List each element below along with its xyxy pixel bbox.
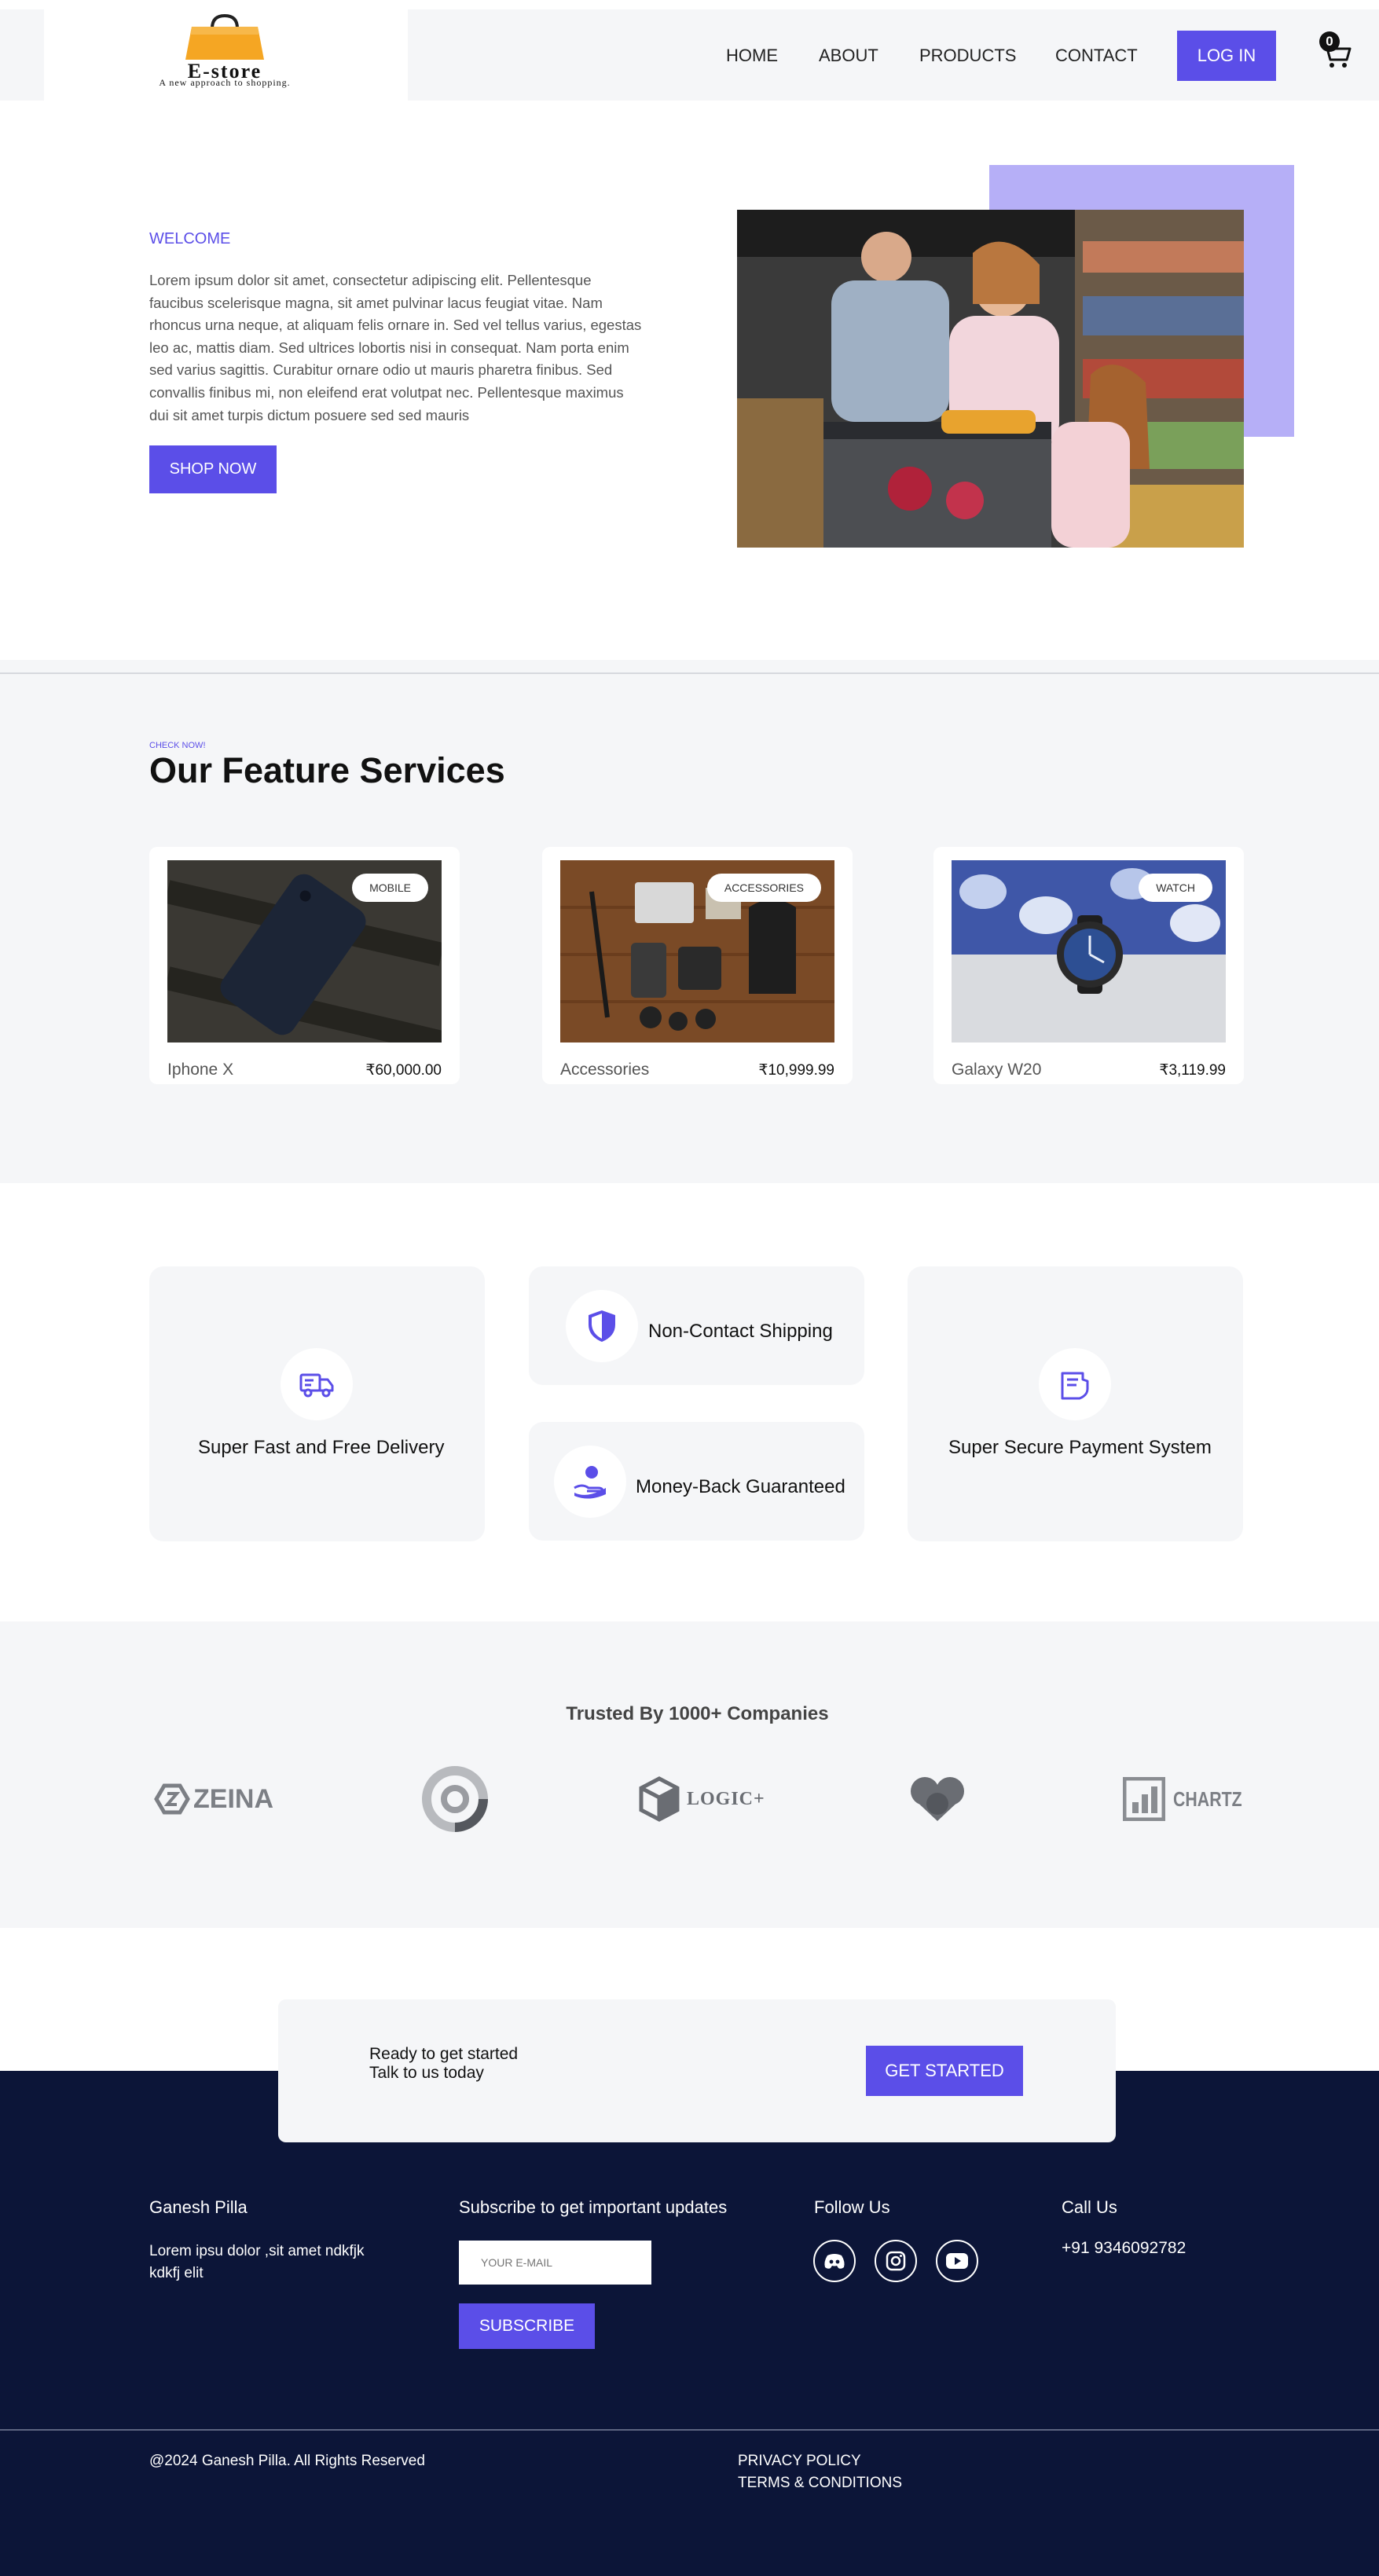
shopping-bag-icon	[185, 14, 264, 60]
get-started-button[interactable]: GET STARTED	[866, 2046, 1023, 2096]
email-field[interactable]	[459, 2241, 651, 2285]
nav-home[interactable]: HOME	[726, 46, 778, 66]
call-heading: Call Us	[1062, 2197, 1117, 2217]
section-divider	[0, 672, 1379, 674]
footer-divider	[0, 2429, 1379, 2431]
brand-chartz-label: CHARTZ	[1173, 1786, 1242, 1811]
cube-logo-icon	[639, 1776, 680, 1822]
shield-icon	[566, 1290, 638, 1362]
subscribe-heading: Subscribe to get important updates	[459, 2197, 728, 2217]
feature-shipping-label: Non-Contact Shipping	[648, 1321, 833, 1342]
nav-contact[interactable]: CONTACT	[1055, 46, 1138, 66]
brand-logic: LOGIC+	[638, 1764, 765, 1834]
product-card[interactable]: WATCH Galaxy W20 ₹3,119.99	[933, 847, 1244, 1084]
cta-line-1: Ready to get started	[369, 2045, 519, 2063]
site-footer	[0, 2071, 1379, 2576]
footer-about: Lorem ipsu dolor ,sit amet ndkfjk kdkfj …	[149, 2243, 365, 2281]
copyright-text: @2024 Ganesh Pilla. All Rights Reserved	[149, 2453, 425, 2469]
brand-circle	[421, 1764, 489, 1834]
phone-number[interactable]: +91 9346092782	[1062, 2239, 1186, 2258]
logo-tagline: A new approach to shopping.	[159, 77, 291, 88]
circle-logo-icon	[422, 1766, 488, 1832]
zeina-logo-icon	[154, 1783, 190, 1815]
follow-heading: Follow Us	[814, 2197, 890, 2217]
hand-money-icon	[554, 1446, 626, 1518]
product-card[interactable]: MOBILE Iphone X ₹60,000.00	[149, 847, 460, 1084]
brand-heart	[908, 1764, 967, 1834]
brand-logic-label: LOGIC+	[687, 1788, 765, 1809]
category-badge: WATCH	[1139, 874, 1212, 902]
chart-logo-icon	[1123, 1777, 1165, 1821]
hero-image	[737, 210, 1244, 548]
subscribe-button[interactable]: SUBSCRIBE	[459, 2303, 595, 2349]
youtube-icon[interactable]	[936, 2240, 978, 2282]
feature-money-back-label: Money-Back Guaranteed	[636, 1476, 845, 1497]
heart-logo-icon	[911, 1777, 964, 1821]
cart-count-badge: 0	[1319, 31, 1340, 52]
hero-text: Lorem ipsum dolor sit amet, consectetur …	[149, 272, 642, 423]
feature-delivery-label: Super Fast and Free Delivery	[198, 1437, 445, 1458]
brand-chartz: CHARTZ	[1123, 1764, 1257, 1834]
services-title: Our Feature Services	[149, 750, 505, 790]
category-badge: ACCESSORIES	[706, 874, 821, 902]
feature-payment-label: Super Secure Payment System	[948, 1437, 1212, 1458]
hero-eyebrow: WELCOME	[149, 230, 231, 247]
shop-now-button[interactable]: SHOP NOW	[149, 445, 277, 493]
brand-zeina: ZEINA	[154, 1764, 273, 1834]
logo[interactable]: E-store A new approach to shopping.	[44, 0, 408, 101]
product-price: ₹3,119.99	[1159, 1062, 1226, 1079]
brand-zeina-label: ZEINA	[193, 1783, 273, 1814]
category-badge: MOBILE	[352, 874, 428, 902]
product-name: Iphone X	[167, 1061, 234, 1079]
discord-icon[interactable]	[813, 2240, 856, 2282]
product-price: ₹60,000.00	[365, 1062, 442, 1079]
product-price: ₹10,999.99	[758, 1062, 834, 1079]
footer-name: Ganesh Pilla	[149, 2197, 248, 2217]
cta-line-2: Talk to us today	[369, 2064, 484, 2082]
privacy-policy-link[interactable]: PRIVACY POLICY	[738, 2453, 861, 2470]
product-name: Accessories	[560, 1061, 650, 1079]
product-card[interactable]: ACCESSORIES Accessories ₹10,999.99	[542, 847, 853, 1084]
trusted-title: Trusted By 1000+ Companies	[566, 1703, 829, 1724]
services-eyebrow: CHECK NOW!	[149, 741, 206, 750]
product-name: Galaxy W20	[952, 1061, 1042, 1079]
card-shield-icon	[1039, 1348, 1111, 1420]
nav-products[interactable]: PRODUCTS	[919, 46, 1016, 66]
nav-about[interactable]: ABOUT	[819, 46, 878, 66]
instagram-icon[interactable]	[875, 2240, 917, 2282]
login-button[interactable]: LOG IN	[1177, 31, 1276, 81]
terms-link[interactable]: TERMS & CONDITIONS	[738, 2475, 902, 2492]
truck-icon	[281, 1348, 353, 1420]
